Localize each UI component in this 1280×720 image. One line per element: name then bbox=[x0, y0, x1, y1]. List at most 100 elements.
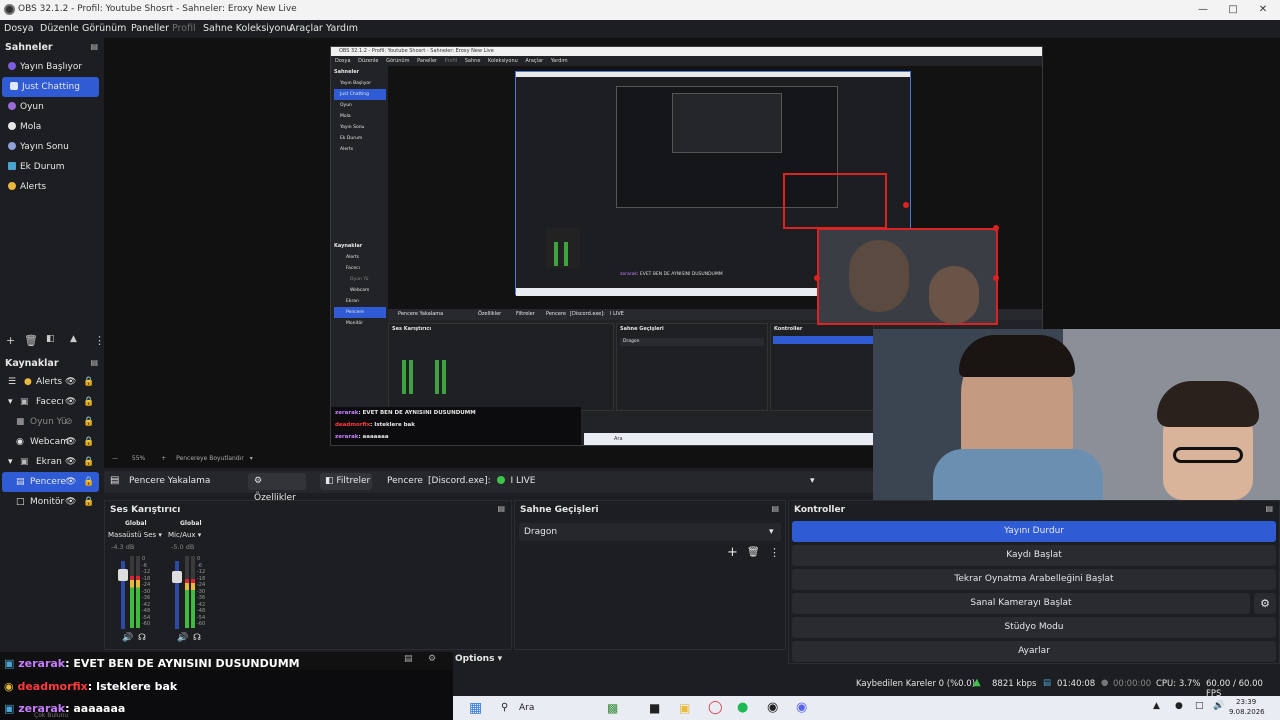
resize-handle[interactable] bbox=[993, 225, 999, 231]
search-icon[interactable]: ⚲ bbox=[501, 702, 508, 713]
source-item[interactable]: □ Monitör 👁 🔒 bbox=[0, 492, 100, 512]
menu-scene-collection[interactable]: Sahne Koleksiyonu bbox=[203, 23, 292, 34]
eye-hidden-icon[interactable]: ⊘ bbox=[65, 412, 73, 432]
close-button[interactable]: ✕ bbox=[1248, 2, 1278, 18]
scene-item[interactable]: Ek Durum bbox=[0, 157, 100, 177]
discord-icon[interactable]: ◉ bbox=[796, 700, 807, 715]
source-item-active[interactable]: ▤ Pencere 👁 🔒 bbox=[2, 472, 99, 492]
dock-float-icon[interactable]: ▤ bbox=[90, 358, 98, 367]
menu-profile[interactable]: Profil bbox=[172, 23, 196, 34]
headphones-icon[interactable]: ☊ bbox=[193, 633, 201, 643]
start-virtual-camera-button[interactable]: Sanal Kamerayı Başlat bbox=[792, 593, 1250, 614]
lock-icon[interactable]: 🔒 bbox=[83, 392, 94, 412]
dock-float-icon[interactable]: ▤ bbox=[771, 504, 779, 513]
selection-box[interactable] bbox=[783, 173, 887, 229]
headphones-icon[interactable]: ☊ bbox=[138, 633, 146, 643]
scene-item[interactable]: Mola bbox=[0, 117, 100, 137]
lock-icon[interactable]: 🔒 bbox=[83, 472, 94, 492]
add-icon[interactable]: + bbox=[6, 334, 15, 347]
filters-button[interactable]: ◧ Filtreler bbox=[320, 473, 372, 490]
menu-tools[interactable]: Araçlar bbox=[289, 23, 323, 34]
lock-icon[interactable]: 🔒 bbox=[83, 452, 94, 472]
resize-handle[interactable] bbox=[903, 202, 909, 208]
dock-float-icon[interactable]: ▤ bbox=[497, 504, 505, 513]
filter-icon[interactable]: ◧ bbox=[46, 334, 55, 344]
scene-item[interactable]: Alerts bbox=[0, 177, 100, 197]
speaker-icon[interactable]: 🔊 bbox=[177, 633, 188, 643]
trash-icon[interactable]: 🗑 bbox=[747, 547, 760, 558]
eye-icon[interactable]: 👁 bbox=[65, 372, 76, 392]
expand-icon[interactable]: ▾ bbox=[8, 392, 13, 412]
obs-icon[interactable]: ◉ bbox=[767, 700, 778, 715]
taskbar-search[interactable]: Ara bbox=[519, 703, 534, 713]
monitor-icon bbox=[8, 162, 16, 170]
menu-docks[interactable]: Paneller bbox=[131, 23, 169, 34]
scene-item[interactable]: Oyun bbox=[0, 97, 100, 117]
eye-icon[interactable]: 👁 bbox=[65, 452, 76, 472]
chevron-down-icon[interactable]: ▾ bbox=[158, 531, 162, 539]
chevron-up-icon[interactable]: ▲ bbox=[1153, 701, 1160, 711]
popout-icon[interactable]: ▤ bbox=[404, 654, 413, 664]
lock-icon[interactable]: 🔒 bbox=[83, 432, 94, 452]
folder-icon[interactable]: ▣ bbox=[679, 701, 690, 715]
selected-source-frame[interactable] bbox=[817, 228, 998, 325]
resize-handle[interactable] bbox=[814, 275, 820, 281]
zoom-out-icon[interactable]: — bbox=[112, 455, 118, 462]
add-icon[interactable]: + bbox=[727, 545, 738, 560]
landscape-icon[interactable]: ▩ bbox=[607, 701, 618, 715]
start-recording-button[interactable]: Kaydı Başlat bbox=[792, 545, 1276, 566]
source-item[interactable]: ▾ ▣ Ekran 👁 🔒 bbox=[0, 452, 100, 472]
trash-icon[interactable]: 🗑 bbox=[24, 334, 38, 347]
lock-icon[interactable]: 🔒 bbox=[83, 492, 94, 512]
spotify-icon[interactable]: ● bbox=[737, 700, 748, 715]
eye-icon[interactable]: 👁 bbox=[65, 472, 76, 492]
menu-file[interactable]: Dosya bbox=[4, 23, 34, 34]
menu-edit[interactable]: Düzenle bbox=[40, 23, 79, 34]
source-item[interactable]: ■ Oyun Yü ⊘ 🔒 bbox=[0, 412, 100, 432]
chevron-down-icon[interactable]: ▾ bbox=[198, 531, 202, 539]
volume-icon[interactable]: 🔊 bbox=[1213, 701, 1224, 711]
menu-view[interactable]: Görünüm bbox=[82, 23, 126, 34]
scene-item[interactable]: Yayın Başlıyor bbox=[0, 57, 100, 77]
up-icon[interactable]: ▲ bbox=[70, 334, 77, 344]
settings-button[interactable]: Ayarlar bbox=[792, 641, 1276, 662]
options-button[interactable]: Options ▾ bbox=[455, 654, 502, 664]
stop-streaming-button[interactable]: Yayını Durdur bbox=[792, 521, 1276, 542]
maximize-button[interactable]: □ bbox=[1218, 2, 1248, 18]
zoom-in-icon[interactable]: + bbox=[161, 455, 166, 462]
lock-icon[interactable]: 🔒 bbox=[83, 412, 94, 432]
resize-handle[interactable] bbox=[993, 275, 999, 281]
scene-item-active[interactable]: Just Chatting bbox=[2, 77, 99, 97]
minimize-button[interactable]: — bbox=[1188, 2, 1218, 18]
volume-slider-handle[interactable] bbox=[172, 571, 182, 583]
network-icon[interactable]: □ bbox=[1195, 701, 1204, 711]
virtual-camera-settings-gear-icon[interactable]: ⚙ bbox=[1254, 593, 1276, 614]
lock-icon[interactable]: 🔒 bbox=[83, 372, 94, 392]
volume-slider-handle[interactable] bbox=[118, 569, 128, 581]
properties-button[interactable]: ⚙ Özellikler bbox=[248, 473, 306, 503]
source-item[interactable]: ▾ ▣ Facecı 👁 🔒 bbox=[0, 392, 100, 412]
dock-float-icon[interactable]: ▤ bbox=[1265, 504, 1273, 513]
eye-icon[interactable]: 👁 bbox=[65, 492, 76, 512]
menu-help[interactable]: Yardım bbox=[326, 23, 358, 34]
eye-icon[interactable]: 👁 bbox=[65, 432, 76, 452]
scene-item[interactable]: Yayın Sonu bbox=[0, 137, 100, 157]
more-icon[interactable]: ⋮ bbox=[769, 546, 780, 559]
studio-mode-button[interactable]: Stüdyo Modu bbox=[792, 617, 1276, 638]
start-replay-buffer-button[interactable]: Tekrar Oynatma Arabelleğini Başlat bbox=[792, 569, 1276, 590]
source-item[interactable]: ◉ Webcam 👁 🔒 bbox=[0, 432, 100, 452]
settings-icon[interactable]: ⚙ bbox=[428, 654, 436, 664]
fit-mode[interactable]: Pencereye Boyutlandır bbox=[176, 455, 244, 462]
expand-icon[interactable]: ▾ bbox=[8, 452, 13, 472]
transition-select[interactable]: Dragon ▾ bbox=[519, 523, 781, 541]
dock-float-icon[interactable]: ▤ bbox=[90, 42, 98, 51]
source-item[interactable]: ☰ ● Alerts 👁 🔒 bbox=[0, 372, 100, 392]
windows-start-icon[interactable]: ▦ bbox=[469, 700, 482, 716]
speaker-icon[interactable]: 🔊 bbox=[122, 633, 133, 643]
chevron-down-icon[interactable]: ▾ bbox=[250, 455, 253, 462]
eye-icon[interactable]: 👁 bbox=[65, 392, 76, 412]
window-select[interactable]: [Discord.exe]: I LIVE ▾ bbox=[424, 473, 821, 490]
opera-icon[interactable]: ◯ bbox=[708, 700, 723, 715]
microphone-icon[interactable]: ● bbox=[1175, 701, 1183, 711]
file-icon[interactable]: ■ bbox=[649, 701, 660, 715]
